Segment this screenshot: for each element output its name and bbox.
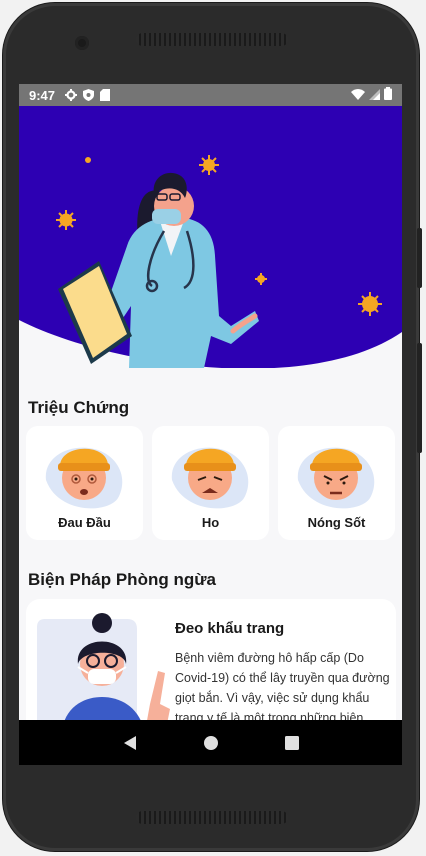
symptom-card-headache[interactable]: Đau Đầu xyxy=(26,426,143,540)
symptom-card-fever[interactable]: Nóng Sốt xyxy=(278,426,395,540)
symptoms-title: Triệu Chứng xyxy=(28,398,130,417)
fever-face-icon xyxy=(297,447,375,509)
status-time: 9:47 xyxy=(29,87,56,103)
prevention-card-mask[interactable]: Đeo khẩu trang Bệnh viêm đường hô hấp cấ… xyxy=(26,599,396,739)
battery-icon xyxy=(384,87,392,103)
cough-face-icon xyxy=(171,447,249,509)
recents-icon[interactable] xyxy=(272,723,312,763)
symptom-label: Nóng Sốt xyxy=(307,515,366,530)
signal-icon xyxy=(369,88,380,103)
symptoms-list: Đau Đầu Ho Nóng Sốt xyxy=(26,426,398,540)
prevention-item-description: Bệnh viêm đường hô hấp cấp (Do Covid-19)… xyxy=(175,651,390,725)
prevention-title: Biện Pháp Phòng ngừa xyxy=(28,570,216,589)
power-button[interactable] xyxy=(417,343,422,453)
back-icon[interactable] xyxy=(110,723,150,763)
headache-face-icon xyxy=(45,447,123,509)
symptom-label: Ho xyxy=(201,515,220,530)
volume-button[interactable] xyxy=(417,228,422,288)
bottom-speaker xyxy=(136,811,288,824)
wifi-icon xyxy=(351,88,365,103)
shield-icon xyxy=(83,89,95,101)
settings-icon xyxy=(65,89,78,101)
symptom-label: Đau Đầu xyxy=(58,515,111,530)
prevention-item-title: Đeo khẩu trang xyxy=(175,620,285,637)
app-screen: 9:47 Triệu Chứng Đau Đầu Ho Nóng Sốt Biệ… xyxy=(19,84,402,765)
status-bar: 9:47 xyxy=(19,84,402,106)
hero-banner xyxy=(19,106,402,368)
earpiece-speaker xyxy=(136,33,288,46)
home-icon[interactable] xyxy=(191,723,231,763)
system-navigation-bar xyxy=(19,720,402,765)
symptom-card-cough[interactable]: Ho xyxy=(152,426,269,540)
sd-card-icon xyxy=(100,89,111,101)
front-camera xyxy=(75,36,89,50)
